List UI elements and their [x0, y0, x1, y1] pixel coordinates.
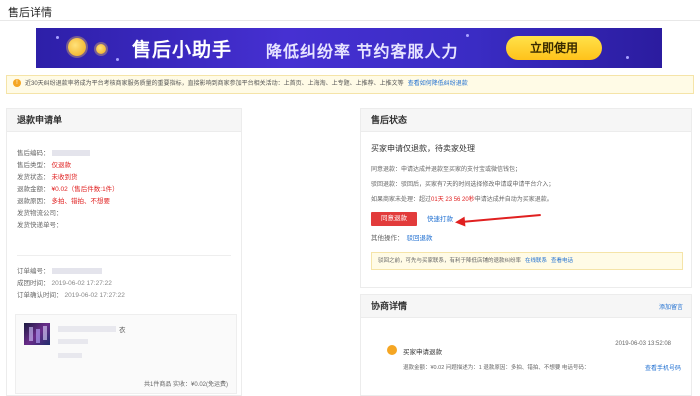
sparkle-icon	[116, 58, 119, 61]
panel-header: 协商详情	[361, 295, 691, 318]
deadline-suffix: 申请达成并自动为买家退款。	[474, 197, 553, 203]
timestamp: 2019-06-03 13:52:08	[615, 341, 671, 347]
divider	[0, 20, 700, 21]
row-label: 退款原因：	[17, 198, 50, 205]
add-message-link[interactable]: 添加留言	[659, 302, 683, 311]
warning-icon: !	[13, 79, 21, 88]
status-line-deadline: 如果商家未处理：超过01天 23 56 20秒申请达成并自动为买家退款。	[371, 194, 553, 203]
agree-refund-button[interactable]: 同意退款	[371, 212, 417, 226]
refund-form-panel: 退款申请单 售后编码： 售后类型： 仅退款 发货状态： 未收到货 退款金额： ¥0.0…	[6, 108, 242, 396]
contact-online-link[interactable]: 在线联系	[525, 258, 547, 264]
row-label: 订单编号：	[17, 268, 50, 275]
countdown: 01天 23 56 20秒	[431, 197, 475, 203]
negotiation-detail: 退款金额：¥0.02 问题描述为：1 退款原因：多拍、错拍、不想要 电话号码：	[403, 365, 590, 371]
avatar	[387, 345, 397, 355]
product-thumbnail	[24, 323, 50, 345]
info-row-after-sale-code: 售后编码：	[17, 147, 90, 157]
info-row-order-id: 订单编号：	[17, 265, 102, 275]
redacted-value	[58, 353, 82, 358]
row-value: 仅退款	[51, 162, 72, 169]
notice-text: 近30天纠纷退款率将成为平台考核商家服务质量的重要指标，直接影响到商家参加平台相…	[25, 81, 404, 87]
status-line-reject: 驳回退款：驳回后，买家有7天的时间选择修改申请或申请平台介入；	[371, 179, 554, 188]
sparkle-icon	[466, 34, 469, 37]
info-row-refund-amount: 退款金额： ¥0.02（售后件数:1件）	[17, 183, 119, 193]
product-name: 衣	[119, 327, 126, 334]
row-label: 发货快递单号：	[17, 222, 63, 229]
banner-title: 售后小助手	[132, 40, 233, 61]
info-row-courier: 发货物流公司：	[17, 207, 63, 217]
row-value: 多拍、错拍、不想要	[51, 198, 111, 205]
info-row-refund-reason: 退款原因： 多拍、错拍、不想要	[17, 195, 110, 205]
line-text: 驳回后，买家有7天的时间选择修改申请或申请平台介入；	[401, 182, 555, 188]
line-text: 申请达成并退款至买家的支付宝或微信钱包；	[401, 167, 522, 173]
deadline-prefix: 如果商家未处理：超过	[371, 197, 432, 203]
tip-box: 驳回之前，可先与买家联系，有利于降低店铺的退款纠纷率 在线联系 查看电话	[371, 252, 683, 270]
reject-refund-link[interactable]: 驳回退款	[407, 235, 433, 242]
sparkle-icon	[626, 56, 629, 59]
row-label: 售后编码：	[17, 150, 50, 157]
panel-header: 售后状态	[361, 109, 691, 132]
tip-text: 驳回之前，可先与买家联系，有利于降低店铺的退款纠纷率	[378, 258, 522, 264]
negotiation-title: 买家申请退款	[403, 349, 442, 356]
status-line-agree: 同意退款：申请达成并退款至买家的支付宝或微信钱包；	[371, 164, 521, 173]
row-label: 成团时间：	[17, 280, 50, 287]
product-summary: 共1件商品 实收：¥0.02(免运费)	[143, 382, 228, 388]
status-text: 买家申请仅退款，待卖家处理	[371, 144, 475, 153]
info-row-shipping-status: 发货状态： 未收到货	[17, 171, 78, 181]
use-now-button[interactable]: 立即使用	[506, 36, 602, 60]
row-value: ¥0.02（售后件数:1件）	[51, 186, 119, 193]
notice-bar: ! 近30天纠纷退款率将成为平台考核商家服务质量的重要指标，直接影响到商家参加平台…	[6, 75, 694, 94]
coin-icon	[68, 38, 86, 56]
redacted-value	[58, 326, 116, 332]
promo-banner[interactable]: 售后小助手 降低纠纷率 节约客服人力 立即使用	[36, 28, 662, 68]
view-phone-link[interactable]: 查看电话	[551, 258, 573, 264]
redacted-value	[58, 339, 88, 344]
row-label: 订单确认时间：	[17, 292, 63, 299]
banner-slogan: 降低纠纷率 节约客服人力	[266, 44, 459, 61]
product-card: 衣 共1件商品 实收：¥0.02(免运费)	[15, 314, 237, 394]
row-value: 2019-06-02 17:27:22	[64, 292, 125, 299]
other-ops-label: 其他操作：	[371, 235, 404, 242]
row-label: 发货状态：	[17, 174, 50, 181]
other-operations: 其他操作： 驳回退款	[371, 232, 433, 242]
panel-header: 退款申请单	[7, 109, 241, 132]
row-value: 未收到货	[51, 174, 78, 181]
line-label: 驳回退款：	[371, 182, 402, 188]
redacted-value	[51, 268, 102, 275]
redacted-value	[51, 150, 90, 157]
page-title: 售后详情	[8, 7, 52, 19]
info-row-group-time: 成团时间： 2019-06-02 17:27:22	[17, 277, 112, 287]
info-row-tracking: 发货快递单号：	[17, 219, 63, 229]
after-sale-status-panel: 售后状态 买家申请仅退款，待卖家处理 同意退款：申请达成并退款至买家的支付宝或微…	[360, 108, 692, 288]
row-value: 2019-06-02 17:27:22	[51, 280, 112, 287]
info-row-type: 售后类型： 仅退款	[17, 159, 71, 169]
negotiation-panel: 协商详情 添加留言 2019-06-03 13:52:08 买家申请退款 退款金…	[360, 294, 692, 396]
coin-icon	[96, 44, 106, 54]
row-label: 发货物流公司：	[17, 210, 63, 217]
line-label: 同意退款：	[371, 167, 402, 173]
view-phone-number-link[interactable]: 查看手机号码	[645, 363, 681, 372]
row-label: 退款金额：	[17, 186, 50, 193]
arrow-annotation	[460, 214, 541, 223]
quick-payment-link[interactable]: 快速打款	[427, 213, 453, 223]
info-row-confirm-time: 订单确认时间： 2019-06-02 17:27:22	[17, 289, 125, 299]
sparkle-icon	[56, 36, 59, 39]
row-label: 售后类型：	[17, 162, 50, 169]
divider	[17, 255, 231, 256]
notice-link[interactable]: 查看如何降低纠纷退款	[408, 81, 468, 87]
